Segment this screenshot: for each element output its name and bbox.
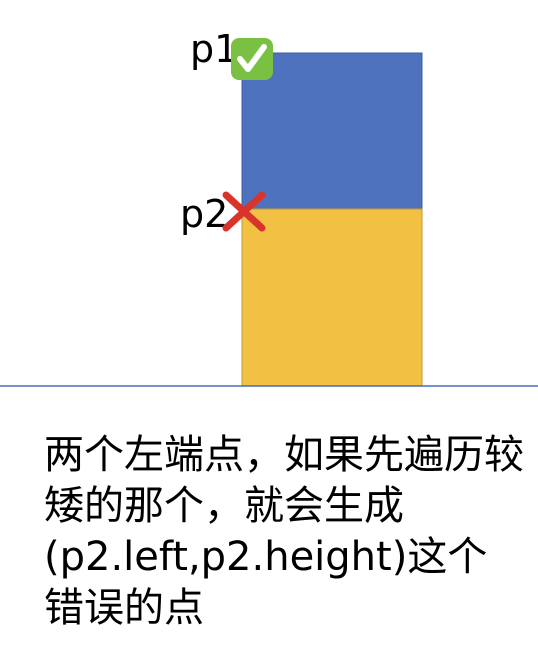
caption-text: 两个左端点，如果先遍历较矮的那个，就会生成(p2.left,p2.height)… [44,432,524,631]
check-mark-icon [231,38,273,80]
bottom-rectangle [241,208,423,387]
p2-label: p2 [180,192,228,236]
skyline-diagram: p1 p2 [0,27,538,387]
